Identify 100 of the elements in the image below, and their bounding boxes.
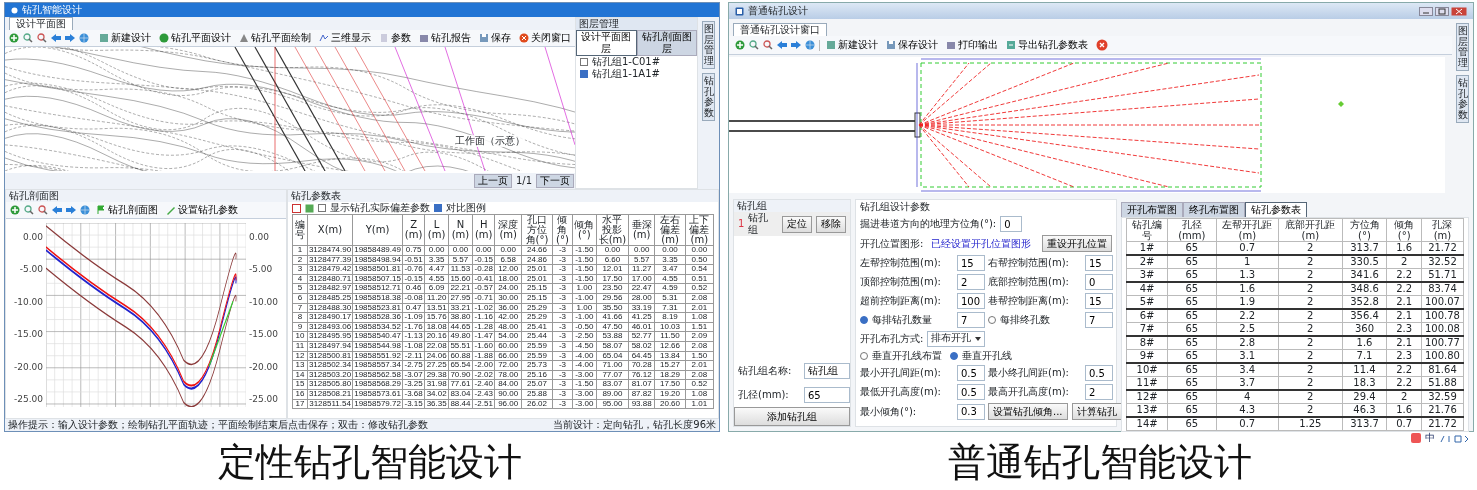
reset-position-button[interactable]: 重设开孔位置 [1042, 235, 1112, 252]
side-tab[interactable]: 钻孔参数 [702, 73, 715, 121]
calculate-button[interactable]: 计算钻孔 [1071, 403, 1122, 420]
table-cell: 65.54 [448, 360, 473, 371]
field-label: 顶部控制范围(m): [860, 276, 942, 288]
column-header: 水平投影长(m) [596, 214, 629, 246]
toolbar-button[interactable]: 三维显示 [317, 32, 373, 44]
layer-tab[interactable]: 设计平面图层 [576, 30, 637, 56]
set-angle-button[interactable]: 设置钻孔倾角... [988, 403, 1068, 420]
table-cell: 7# [1126, 322, 1168, 336]
toolbar-button[interactable]: 关闭窗口 [517, 32, 573, 44]
table-cell: 21.72 [1421, 241, 1464, 255]
table-cell: 0.47 [402, 303, 425, 313]
locate-button[interactable]: 定位 [782, 215, 812, 233]
dropdown[interactable]: 排布开孔 [927, 331, 986, 347]
shape-link[interactable]: 已经设置开孔位置图形 [931, 237, 1032, 250]
input-field[interactable]: 15 [1085, 255, 1113, 271]
close-button[interactable] [1094, 39, 1110, 51]
next-page-button[interactable]: 下一页 [536, 174, 574, 188]
table-cell: -2.11 [402, 351, 425, 361]
toolbar-button[interactable]: 设置钻孔参数 [164, 204, 240, 216]
result-tab[interactable]: 终孔布置图 [1183, 202, 1245, 217]
toolbar-button[interactable]: 参数 [377, 32, 413, 44]
table-cell: 0.51 [685, 274, 714, 284]
input-field[interactable]: 15 [1085, 293, 1113, 309]
radio-label: 每排终孔数 [1000, 314, 1050, 326]
column-header: 垂深(m) [628, 214, 655, 246]
checkbox[interactable] [318, 204, 326, 212]
table-cell: 26.02 [521, 399, 553, 409]
table-cell: 2 [1278, 268, 1342, 282]
toolbar-button[interactable]: 新建设计 [824, 39, 880, 51]
radio-button[interactable] [860, 316, 868, 324]
input-field[interactable]: 0 [1000, 216, 1023, 232]
table-cell: 2.3 [1387, 349, 1422, 363]
close-icon [519, 33, 529, 43]
side-tab[interactable]: 图层管理 [702, 21, 715, 69]
input-field[interactable]: 15 [957, 255, 985, 271]
table-cell: 25.59 [521, 351, 553, 361]
table-cell: 3128503.20 [307, 370, 353, 380]
layer-tab[interactable]: 钻孔剖面图层 [636, 30, 697, 56]
input-field[interactable]: 0.5 [957, 365, 985, 381]
radio-button[interactable] [860, 352, 868, 360]
table-cell: 15 [292, 379, 308, 390]
table-cell: 1# [1126, 241, 1168, 255]
radio-button[interactable] [988, 316, 996, 324]
table-cell: 77.61 [448, 379, 473, 390]
side-tab[interactable]: 图层管理 [1456, 23, 1469, 71]
table-cell: 2 [1278, 241, 1342, 255]
document-tab[interactable]: 设计平面图 [9, 17, 73, 30]
checkbox[interactable] [434, 204, 442, 212]
table-cell: 4# [1126, 282, 1168, 296]
previous-page-button[interactable]: 上一页 [473, 174, 512, 188]
radio-button[interactable] [950, 352, 958, 360]
table-cell: -3.07 [402, 370, 425, 380]
table-cell: 24.00 [495, 283, 522, 294]
toolbar-button[interactable]: 新建设计 [97, 32, 153, 44]
result-tab[interactable]: 钻孔参数表 [1245, 202, 1307, 217]
remove-button[interactable]: 移除 [816, 215, 846, 233]
toolbar-button[interactable]: 钻孔平面绘制 [237, 32, 313, 44]
toolbar-button[interactable]: 打印输出 [944, 39, 1000, 51]
input-field[interactable]: 7 [1085, 312, 1113, 328]
table-cell: 12.00 [495, 264, 522, 275]
table-cell: 60.00 [495, 341, 522, 352]
checkbox[interactable] [580, 70, 588, 78]
toolbar-button[interactable]: 钻孔报告 [417, 32, 473, 44]
input-field[interactable]: 钻孔组 [804, 363, 850, 379]
toolbar-button[interactable]: 导出钻孔参数表 [1004, 39, 1090, 51]
input-field[interactable]: 100 [957, 293, 985, 309]
side-tab[interactable]: 钻孔参数 [1456, 75, 1469, 123]
input-field[interactable]: 0.3 [957, 403, 985, 420]
table-cell: 7.1 [1342, 349, 1387, 363]
input-field[interactable]: 0 [1085, 274, 1113, 290]
result-tab[interactable]: 开孔布置图 [1121, 202, 1183, 217]
toolbar-button[interactable]: 保存 [477, 32, 513, 44]
table-cell: 6.58 [495, 255, 522, 265]
table-cell: 51.88 [1421, 376, 1464, 390]
table-cell: 65 [1167, 403, 1216, 417]
document-tab[interactable]: 普通钻孔设计窗口 [733, 23, 827, 36]
input-field[interactable]: 0.5 [1085, 365, 1113, 381]
input-field[interactable]: 2 [957, 274, 985, 290]
table-cell: -2.43 [472, 389, 495, 399]
panel-title: 钻孔组 [734, 200, 850, 212]
toolbar-button[interactable]: 钻孔平面设计 [157, 32, 233, 44]
table-cell: 25.44 [521, 331, 553, 342]
table-cell: 65.04 [596, 351, 629, 361]
add-group-button[interactable]: 添加钻孔组 [734, 407, 850, 426]
input-field[interactable]: 65 [804, 387, 850, 403]
table-cell: 1.51 [685, 322, 714, 332]
toolbar-button[interactable]: 钻孔剖面图 [94, 204, 160, 216]
checkbox[interactable] [580, 58, 588, 66]
input-field[interactable]: 7 [957, 312, 985, 328]
input-field[interactable]: 2 [1085, 384, 1113, 400]
table-cell: 65 [1167, 255, 1216, 269]
table-cell: -3 [552, 283, 573, 294]
table-cell: 21.76 [1421, 403, 1464, 417]
table-cell: -2.40 [472, 379, 495, 390]
toolbar-button[interactable]: 保存设计 [884, 39, 940, 51]
table-cell: 15.60 [448, 274, 473, 284]
table-cell: 41.25 [628, 312, 655, 323]
input-field[interactable]: 0.5 [957, 384, 985, 400]
